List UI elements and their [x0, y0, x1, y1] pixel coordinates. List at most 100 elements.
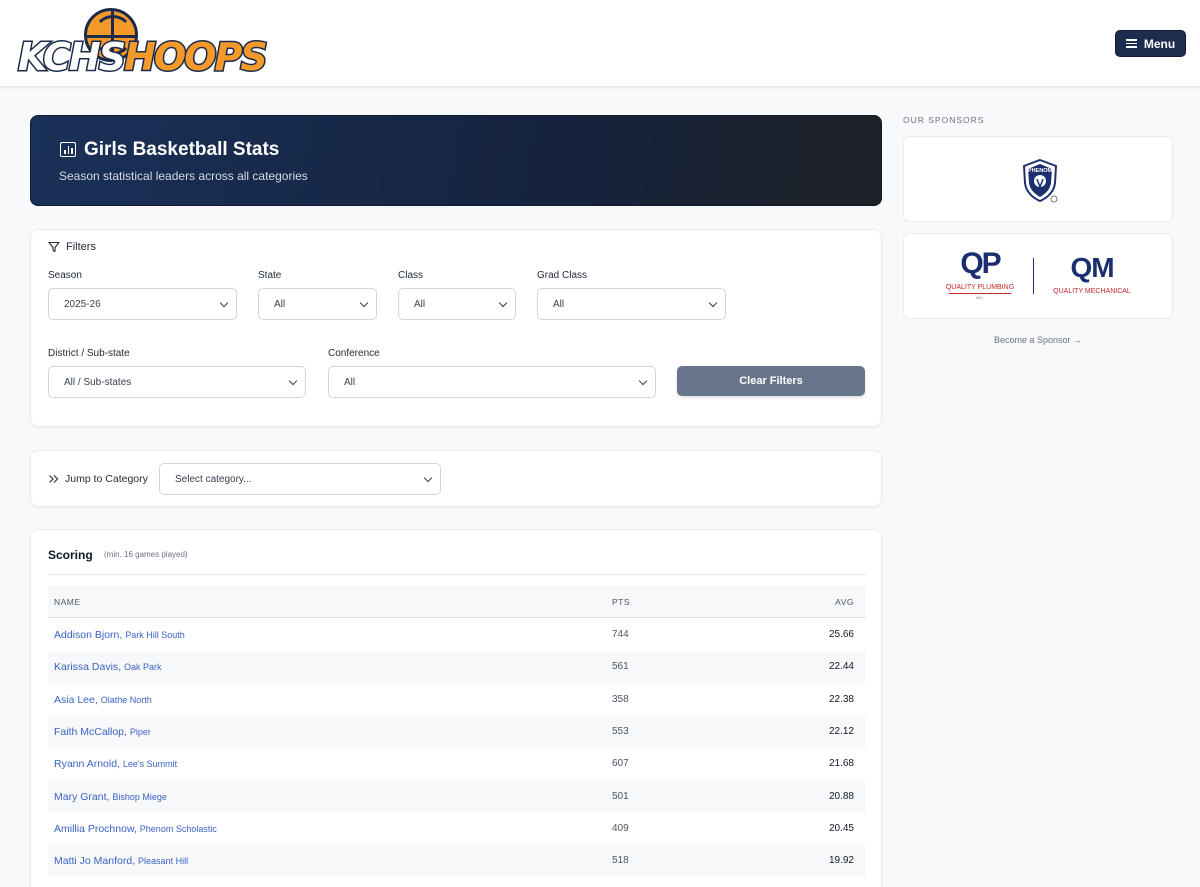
qm-name: QUALITY MECHANICAL: [1053, 288, 1131, 295]
district-select[interactable]: All / Sub-states: [48, 366, 306, 398]
sponsor-card-quality[interactable]: QP QUALITY PLUMBING INC. QM QUALITY MECH…: [903, 233, 1173, 319]
points-cell: 744: [612, 629, 629, 640]
points-cell: 501: [612, 791, 629, 802]
become-sponsor-link[interactable]: Become a Sponsor →: [903, 335, 1173, 345]
table-row: Mary Grant, Bishop Miege 501 20.88: [48, 781, 866, 813]
quality-mechanical-logo: QM QUALITY MECHANICAL: [1046, 252, 1138, 295]
page-title: Girls Basketball Stats: [84, 139, 280, 160]
table-row: Asia Lee, Olathe North 358 22.38: [48, 684, 866, 716]
menu-button[interactable]: Menu: [1115, 30, 1186, 57]
conference-select[interactable]: All: [328, 366, 656, 398]
table-row: Addison Bjorn, Park Hill South 744 25.66: [48, 619, 866, 651]
season-select[interactable]: 2025-26: [48, 288, 237, 320]
school-name: Lee's Summit: [122, 759, 178, 769]
grad-class-value: All: [553, 298, 565, 310]
kchs-hoops-logo[interactable]: KCHSHOOPS: [16, 8, 269, 81]
section-title: Scoring: [48, 548, 93, 562]
class-label: Class: [398, 270, 424, 281]
jump-label: Jump to Category: [48, 473, 148, 485]
school-name: Piper: [129, 727, 151, 737]
points-cell: 518: [612, 855, 629, 866]
player-name: Addison Bjorn: [54, 629, 120, 641]
double-chevron-right-icon: [49, 475, 59, 483]
sponsor-card-phenom[interactable]: PHENOM: [903, 136, 1173, 222]
state-value: All: [274, 298, 286, 310]
table-row: Karissa Davis, Oak Park 561 22.44: [48, 651, 866, 683]
filter-icon: [48, 241, 60, 253]
table-row: Amillia Prochnow, Phenom Scholastic 409 …: [48, 813, 866, 845]
quality-plumbing-logo: QP QUALITY PLUMBING INC.: [940, 248, 1020, 306]
qp-name: QUALITY PLUMBING: [945, 284, 1015, 291]
class-select[interactable]: All: [398, 288, 516, 320]
school-name: Bishop Miege: [112, 792, 167, 802]
chevron-down-icon: [219, 298, 229, 308]
category-select[interactable]: Select category...: [159, 463, 441, 495]
player-link[interactable]: Amillia Prochnow, Phenom Scholastic: [54, 823, 217, 835]
chevron-down-icon: [288, 376, 298, 386]
player-link[interactable]: Asia Lee, Olathe North: [54, 694, 152, 706]
table-row: Ryann Arnold, Lee's Summit 607 21.68: [48, 748, 866, 780]
points-cell: 607: [612, 758, 629, 769]
section-note: (min. 16 games played): [104, 550, 188, 559]
chevron-down-icon: [638, 376, 648, 386]
page-subtitle: Season statistical leaders across all ca…: [59, 169, 308, 183]
filters-card: Filters Season 2025-26 State All Class A…: [30, 229, 882, 427]
school-name: Park Hill South: [125, 630, 185, 640]
chevron-down-icon: [423, 473, 433, 483]
clear-filters-button[interactable]: Clear Filters: [677, 366, 865, 396]
logo-wordmark: KCHSHOOPS: [16, 34, 270, 81]
average-cell: 22.44: [828, 661, 854, 672]
average-cell: 20.88: [828, 791, 854, 802]
chevron-down-icon: [498, 298, 508, 308]
state-select[interactable]: All: [258, 288, 377, 320]
season-value: 2025-26: [64, 298, 101, 310]
page-hero: Girls Basketball Stats Season statistica…: [30, 115, 882, 206]
player-name: Asia Lee: [54, 694, 95, 706]
district-value: All / Sub-states: [64, 376, 132, 388]
school-name: Phenom Scholastic: [139, 824, 217, 834]
qp-inc: INC.: [949, 293, 1011, 300]
player-name: Mary Grant: [54, 791, 107, 803]
logo-accent-text: HOOPS: [123, 34, 270, 81]
chevron-down-icon: [708, 298, 718, 308]
grad-class-label: Grad Class: [537, 270, 588, 281]
category-placeholder: Select category...: [175, 473, 252, 485]
column-header-pts: PTS: [612, 597, 631, 607]
player-link[interactable]: Faith McCallop, Piper: [54, 726, 151, 738]
player-link[interactable]: Mary Grant, Bishop Miege: [54, 791, 167, 803]
points-cell: 561: [612, 661, 629, 672]
filters-heading: Filters: [48, 241, 96, 253]
player-link[interactable]: Karissa Davis, Oak Park: [54, 661, 162, 673]
filters-heading-text: Filters: [66, 241, 96, 253]
average-cell: 19.92: [828, 855, 854, 866]
points-cell: 358: [612, 694, 629, 705]
player-link[interactable]: Ryann Arnold, Lee's Summit: [54, 758, 177, 770]
divider: [48, 574, 866, 575]
sponsors-label: OUR SPONSORS: [903, 115, 985, 125]
phenom-logo-text: PHENOM: [1028, 168, 1053, 174]
logo-primary-text: KCHS: [16, 34, 127, 81]
points-cell: 553: [612, 726, 629, 737]
average-cell: 20.45: [828, 823, 854, 834]
bar-chart-icon: [60, 142, 76, 157]
phenom-logo: PHENOM: [1022, 158, 1058, 203]
school-name: Pleasant Hill: [138, 856, 189, 866]
player-link[interactable]: Matti Jo Manford, Pleasant Hill: [54, 855, 188, 867]
menu-label: Menu: [1143, 36, 1176, 51]
points-cell: 409: [612, 823, 629, 834]
school-name: Oak Park: [124, 662, 162, 672]
player-name: Amillia Prochnow: [54, 823, 134, 835]
column-header-avg: AVG: [835, 597, 854, 607]
column-header-name: NAME: [54, 597, 81, 607]
chevron-down-icon: [359, 298, 369, 308]
player-link[interactable]: Addison Bjorn, Park Hill South: [54, 629, 185, 641]
average-cell: 22.12: [828, 726, 854, 737]
grad-class-select[interactable]: All: [537, 288, 726, 320]
qp-mark: QP: [960, 247, 1001, 280]
table-header: NAME PTS AVG: [48, 586, 866, 618]
jump-label-text: Jump to Category: [65, 473, 148, 485]
season-label: Season: [48, 270, 82, 281]
top-navbar: KCHSHOOPS Menu: [0, 0, 1200, 87]
player-name: Karissa Davis: [54, 661, 119, 673]
district-label: District / Sub-state: [48, 348, 130, 359]
